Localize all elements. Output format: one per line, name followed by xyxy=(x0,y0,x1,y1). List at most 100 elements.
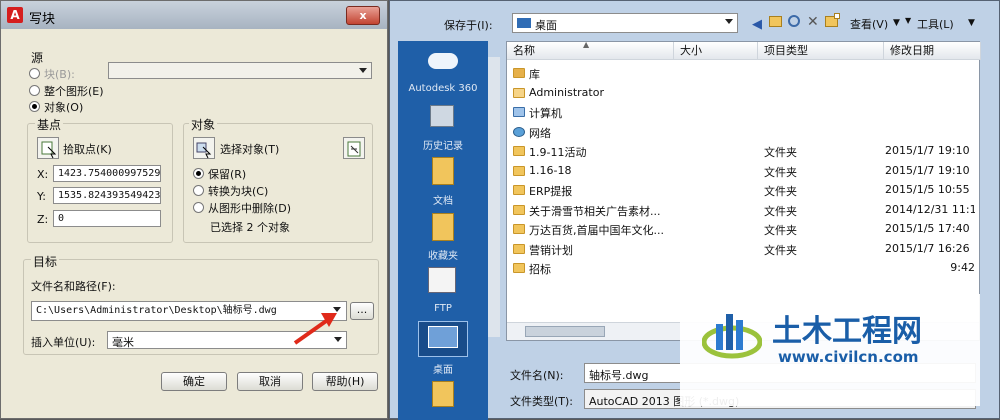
file-row[interactable]: 计算机 xyxy=(513,103,975,122)
file-row[interactable]: 1.9-11活动 文件夹 2015/1/7 19:10 xyxy=(513,142,975,161)
file-date: 9:42 xyxy=(950,261,975,274)
file-date: 2015/1/5 17:40 xyxy=(885,222,970,235)
pick-point-icon xyxy=(41,141,57,159)
library-icon xyxy=(513,68,525,78)
places-bar: Autodesk 360 历史记录 文档 收藏夹 FTP 桌面 xyxy=(398,41,488,420)
save-in-dropdown-icon xyxy=(725,19,733,24)
convert-radio[interactable] xyxy=(193,185,204,196)
filename-label: 文件名(N): xyxy=(510,369,564,382)
scrollbar-thumb[interactable] xyxy=(525,326,605,337)
watermark-url: www.civilcn.com xyxy=(778,348,919,366)
folder-icon xyxy=(513,204,525,215)
retain-radio[interactable] xyxy=(193,168,204,179)
file-name: 1.9-11活动 xyxy=(529,146,587,159)
folder-icon xyxy=(513,263,525,273)
network-icon xyxy=(513,126,525,137)
place-autodesk360[interactable]: Autodesk 360 xyxy=(398,83,488,94)
place-desktop[interactable]: 桌面 xyxy=(398,361,488,376)
select-objects-icon-button[interactable] xyxy=(193,137,215,159)
title-bar[interactable]: A 写块 x xyxy=(1,1,387,29)
destination-label: 目标 xyxy=(31,253,60,270)
file-row[interactable]: 招标 9:42 xyxy=(513,259,975,278)
file-date: 2015/1/7 19:10 xyxy=(885,163,970,177)
cloud-icon xyxy=(428,53,458,69)
up-folder-icon[interactable] xyxy=(769,16,782,27)
z-field[interactable]: 0 xyxy=(53,210,161,227)
file-row[interactable]: 1.16-18 文件夹 2015/1/7 19:10 xyxy=(513,162,975,181)
file-row[interactable]: 万达百货,首届中国年文化... 文件夹 2015/1/5 17:40 xyxy=(513,220,975,239)
pick-point-icon-button[interactable] xyxy=(37,137,59,159)
source-group-label: 源 xyxy=(31,51,44,65)
delete-label: 从图形中删除(D) xyxy=(208,202,292,215)
file-row[interactable]: ERP提报 文件夹 2015/1/5 10:55 xyxy=(513,181,975,200)
cancel-button[interactable]: 取消 xyxy=(237,372,303,391)
file-date: 2015/1/7 16:26 xyxy=(885,241,970,255)
select-objects-icon xyxy=(196,142,212,159)
quick-select-button[interactable] xyxy=(343,137,365,159)
file-name: 网络 xyxy=(529,126,551,140)
file-name: 计算机 xyxy=(529,107,562,120)
ftp-icon xyxy=(428,267,456,293)
file-row[interactable]: 库 xyxy=(513,64,975,83)
file-name: 库 xyxy=(529,68,540,81)
close-button[interactable]: x xyxy=(346,6,380,25)
view-dropdown-icon[interactable]: ▼ xyxy=(893,18,900,28)
column-header-name[interactable]: 名称 xyxy=(507,42,674,60)
file-row[interactable]: 网络 xyxy=(513,123,975,142)
block-select[interactable] xyxy=(108,62,372,79)
tools-menu-arrow-icon[interactable]: ▼ xyxy=(968,18,975,28)
documents-icon xyxy=(432,157,454,185)
user-folder-icon xyxy=(513,87,525,98)
file-name: 关于滑雪节相关广告素材... xyxy=(529,204,661,218)
write-block-dialog: A 写块 x 源 块(B): 整个图形(E) 对象(O) 基点 拾取点(K) X… xyxy=(0,0,388,419)
folder-icon xyxy=(513,165,525,176)
file-name: 招标 xyxy=(529,263,551,276)
y-field[interactable]: 1535.824393549423 xyxy=(53,187,161,204)
file-row[interactable]: Administrator xyxy=(513,84,975,103)
path-label: 文件名和路径(F): xyxy=(31,280,116,293)
column-header-size[interactable]: 大小 xyxy=(674,42,758,60)
folder-icon xyxy=(513,185,525,195)
file-rows: 库 Administrator 计算机 网络 1.9-11活动 文件夹 2015/1/7 1… xyxy=(507,64,981,304)
tools-dropdown-icon[interactable]: ▼ xyxy=(905,16,911,25)
selected-count-text: 已选择 2 个对象 xyxy=(210,221,290,234)
file-row[interactable]: 关于滑雪节相关广告素材... 文件夹 2014/12/31 11:1 xyxy=(513,201,975,220)
file-row[interactable]: 营销计划 文件夹 2015/1/7 16:26 xyxy=(513,240,975,259)
place-documents[interactable]: 文档 xyxy=(398,192,488,207)
unit-value: 毫米 xyxy=(112,336,134,349)
watermark-brand: 土木工程网 xyxy=(772,314,922,349)
desktop-place-icon xyxy=(428,326,458,348)
history-icon xyxy=(430,105,454,127)
file-type: 文件夹 xyxy=(764,224,797,237)
place-ftp[interactable]: FTP xyxy=(398,303,488,314)
place-favorites[interactable]: 收藏夹 xyxy=(398,247,488,262)
more-place-icon xyxy=(432,381,454,407)
computer-icon xyxy=(513,107,525,117)
folder-icon xyxy=(513,146,525,156)
view-menu[interactable]: 查看(V) xyxy=(850,16,888,32)
save-in-label: 保存于(I): xyxy=(444,19,493,32)
places-scrollbar[interactable] xyxy=(488,57,500,337)
dialog-title: 写块 xyxy=(29,12,56,27)
file-date: 2015/1/5 10:55 xyxy=(885,183,970,196)
watermark-logo-icon xyxy=(702,314,762,359)
column-header-type[interactable]: 项目类型 xyxy=(758,42,884,60)
save-in-select[interactable]: 桌面 xyxy=(512,13,738,33)
back-icon[interactable]: ◀ xyxy=(752,17,762,32)
ok-button[interactable]: 确定 xyxy=(161,372,227,391)
delete-icon[interactable]: ✕ xyxy=(807,14,819,30)
base-point-label: 基点 xyxy=(35,116,64,133)
favorites-icon xyxy=(432,213,454,241)
help-button[interactable]: 帮助(H) xyxy=(312,372,378,391)
quick-select-icon xyxy=(347,141,361,157)
place-history[interactable]: 历史记录 xyxy=(398,137,488,152)
column-header-date[interactable]: 修改日期 xyxy=(884,42,981,60)
whole-drawing-radio[interactable] xyxy=(29,85,40,96)
x-field[interactable]: 1423.754000997529 xyxy=(53,165,161,182)
tools-menu[interactable]: 工具(L) xyxy=(917,16,954,32)
objects-radio[interactable] xyxy=(29,101,40,112)
delete-radio[interactable] xyxy=(193,202,204,213)
search-web-icon[interactable] xyxy=(788,15,800,27)
block-radio[interactable] xyxy=(29,68,40,79)
browse-button[interactable]: ... xyxy=(350,302,374,320)
